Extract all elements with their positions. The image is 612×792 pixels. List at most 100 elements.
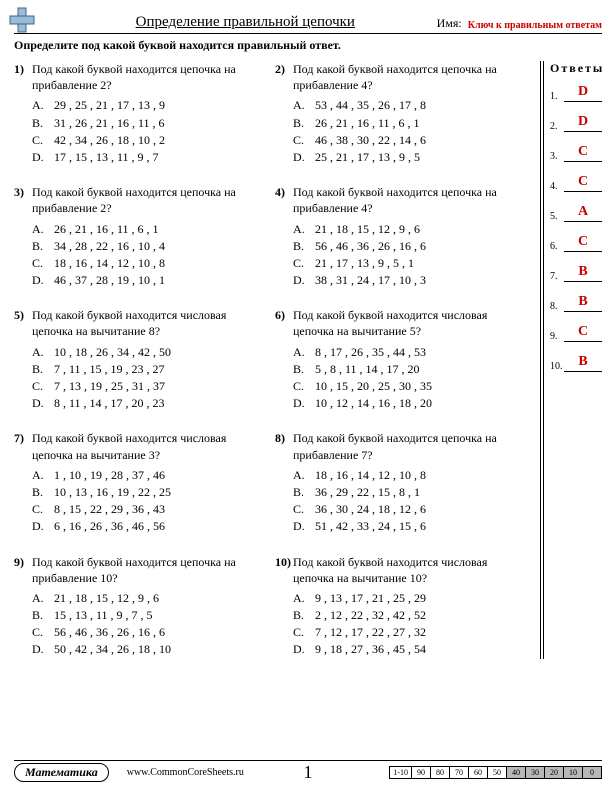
choice-letter: D. xyxy=(32,272,54,288)
choice-letter: D. xyxy=(32,149,54,165)
problem-text: Под какой буквой находится цепочка на пр… xyxy=(293,184,526,216)
problem-number: 5) xyxy=(14,307,32,323)
answer-value: D xyxy=(564,84,602,102)
score-cell: 0 xyxy=(583,767,601,778)
choice: B.15 , 13 , 11 , 9 , 7 , 5 xyxy=(32,607,265,623)
answer-index: 3. xyxy=(550,151,564,162)
choice-letter: C. xyxy=(32,378,54,394)
choice-text: 17 , 15 , 13 , 11 , 9 , 7 xyxy=(54,149,159,165)
choice-letter: B. xyxy=(293,238,315,254)
choice: B.56 , 46 , 36 , 26 , 16 , 6 xyxy=(293,238,526,254)
choice-letter: C. xyxy=(32,132,54,148)
problem-number: 2) xyxy=(275,61,293,77)
answer-row: 9.C xyxy=(550,324,602,342)
problem-text: Под какой буквой находится цепочка на пр… xyxy=(293,61,526,93)
answer-row: 3.C xyxy=(550,144,602,162)
answer-value: D xyxy=(564,114,602,132)
answer-row: 6.C xyxy=(550,234,602,252)
answer-index: 1. xyxy=(550,91,564,102)
answer-row: 7.B xyxy=(550,264,602,282)
choice: A.8 , 17 , 26 , 35 , 44 , 53 xyxy=(293,344,526,360)
choice-text: 21 , 18 , 15 , 12 , 9 , 6 xyxy=(54,590,159,606)
choice: C.10 , 15 , 20 , 25 , 30 , 35 xyxy=(293,378,526,394)
choice: A.53 , 44 , 35 , 26 , 17 , 8 xyxy=(293,97,526,113)
problem-text: Под какой буквой находится цепочка на пр… xyxy=(32,554,265,586)
choice-letter: C. xyxy=(32,624,54,640)
score-cell: 60 xyxy=(469,767,488,778)
choice: A.1 , 10 , 19 , 28 , 37 , 46 xyxy=(32,467,265,483)
choice-text: 21 , 17 , 13 , 9 , 5 , 1 xyxy=(315,255,414,271)
choice: A.26 , 21 , 16 , 11 , 6 , 1 xyxy=(32,221,265,237)
problem-number: 10) xyxy=(275,554,293,570)
choice-text: 42 , 34 , 26 , 18 , 10 , 2 xyxy=(54,132,165,148)
choice-letter: C. xyxy=(32,501,54,517)
problem: 9)Под какой буквой находится цепочка на … xyxy=(14,554,265,659)
choice-text: 38 , 31 , 24 , 17 , 10 , 3 xyxy=(315,272,426,288)
answer-value: C xyxy=(564,144,602,162)
problem-number: 9) xyxy=(14,554,32,570)
site-url: www.CommonCoreSheets.ru xyxy=(127,767,244,778)
choice-text: 10 , 15 , 20 , 25 , 30 , 35 xyxy=(315,378,432,394)
problem-text: Под какой буквой находится числовая цепо… xyxy=(293,307,526,339)
answer-value: C xyxy=(564,174,602,192)
choice-text: 10 , 18 , 26 , 34 , 42 , 50 xyxy=(54,344,171,360)
choice: D.10 , 12 , 14 , 16 , 18 , 20 xyxy=(293,395,526,411)
answer-index: 7. xyxy=(550,271,564,282)
answer-index: 4. xyxy=(550,181,564,192)
choice-text: 26 , 21 , 16 , 11 , 6 , 1 xyxy=(315,115,420,131)
choice-text: 8 , 15 , 22 , 29 , 36 , 43 xyxy=(54,501,165,517)
choice-letter: A. xyxy=(32,97,54,113)
score-cell: 20 xyxy=(545,767,564,778)
choice-text: 36 , 29 , 22 , 15 , 8 , 1 xyxy=(315,484,420,500)
choice: D.9 , 18 , 27 , 36 , 45 , 54 xyxy=(293,641,526,657)
answer-index: 9. xyxy=(550,331,564,342)
problem: 1)Под какой буквой находится цепочка на … xyxy=(14,61,265,166)
plus-icon xyxy=(8,6,36,38)
choice-text: 7 , 11 , 15 , 19 , 23 , 27 xyxy=(54,361,165,377)
score-strip: 1-109080706050403020100 xyxy=(389,766,602,779)
choice-text: 18 , 16 , 14 , 12 , 10 , 8 xyxy=(315,467,426,483)
choice: B.34 , 28 , 22 , 16 , 10 , 4 xyxy=(32,238,265,254)
choice: D.8 , 11 , 14 , 17 , 20 , 23 xyxy=(32,395,265,411)
answer-row: 1.D xyxy=(550,84,602,102)
choice-letter: B. xyxy=(32,115,54,131)
instructions: Определите под какой буквой находится пр… xyxy=(14,38,602,53)
choice-letter: C. xyxy=(293,255,315,271)
problem-number: 8) xyxy=(275,430,293,446)
problem-text: Под какой буквой находится цепочка на пр… xyxy=(32,61,265,93)
choice-letter: A. xyxy=(293,97,315,113)
problem: 3)Под какой буквой находится цепочка на … xyxy=(14,184,265,289)
choice-letter: B. xyxy=(32,238,54,254)
answers-title: Ответы xyxy=(550,61,602,76)
choice-letter: A. xyxy=(293,590,315,606)
problem: 7)Под какой буквой находится числовая це… xyxy=(14,430,265,535)
answer-index: 2. xyxy=(550,121,564,132)
choice-text: 18 , 16 , 14 , 12 , 10 , 8 xyxy=(54,255,165,271)
answer-value: A xyxy=(564,204,602,222)
problem-text: Под какой буквой находится числовая цепо… xyxy=(293,554,526,586)
choice: C.36 , 30 , 24 , 18 , 12 , 6 xyxy=(293,501,526,517)
choice: D.51 , 42 , 33 , 24 , 15 , 6 xyxy=(293,518,526,534)
choice-letter: A. xyxy=(293,221,315,237)
answer-row: 4.C xyxy=(550,174,602,192)
score-cell: 10 xyxy=(564,767,583,778)
choice-letter: B. xyxy=(32,484,54,500)
score-cell: 70 xyxy=(450,767,469,778)
score-cell: 80 xyxy=(431,767,450,778)
choice: A.21 , 18 , 15 , 12 , 9 , 6 xyxy=(293,221,526,237)
choice-text: 7 , 13 , 19 , 25 , 31 , 37 xyxy=(54,378,165,394)
choice-text: 1 , 10 , 19 , 28 , 37 , 46 xyxy=(54,467,165,483)
answer-row: 10.B xyxy=(550,354,602,372)
choice-text: 51 , 42 , 33 , 24 , 15 , 6 xyxy=(315,518,426,534)
answer-index: 8. xyxy=(550,301,564,312)
choice-text: 15 , 13 , 11 , 9 , 7 , 5 xyxy=(54,607,153,623)
choice-letter: A. xyxy=(32,221,54,237)
choice-letter: D. xyxy=(293,272,315,288)
choice-letter: C. xyxy=(293,132,315,148)
choice-letter: D. xyxy=(32,518,54,534)
choice-letter: C. xyxy=(32,255,54,271)
choice-letter: A. xyxy=(293,467,315,483)
choice-letter: B. xyxy=(293,607,315,623)
problem-text: Под какой буквой находится числовая цепо… xyxy=(32,307,265,339)
choice-text: 36 , 30 , 24 , 18 , 12 , 6 xyxy=(315,501,426,517)
